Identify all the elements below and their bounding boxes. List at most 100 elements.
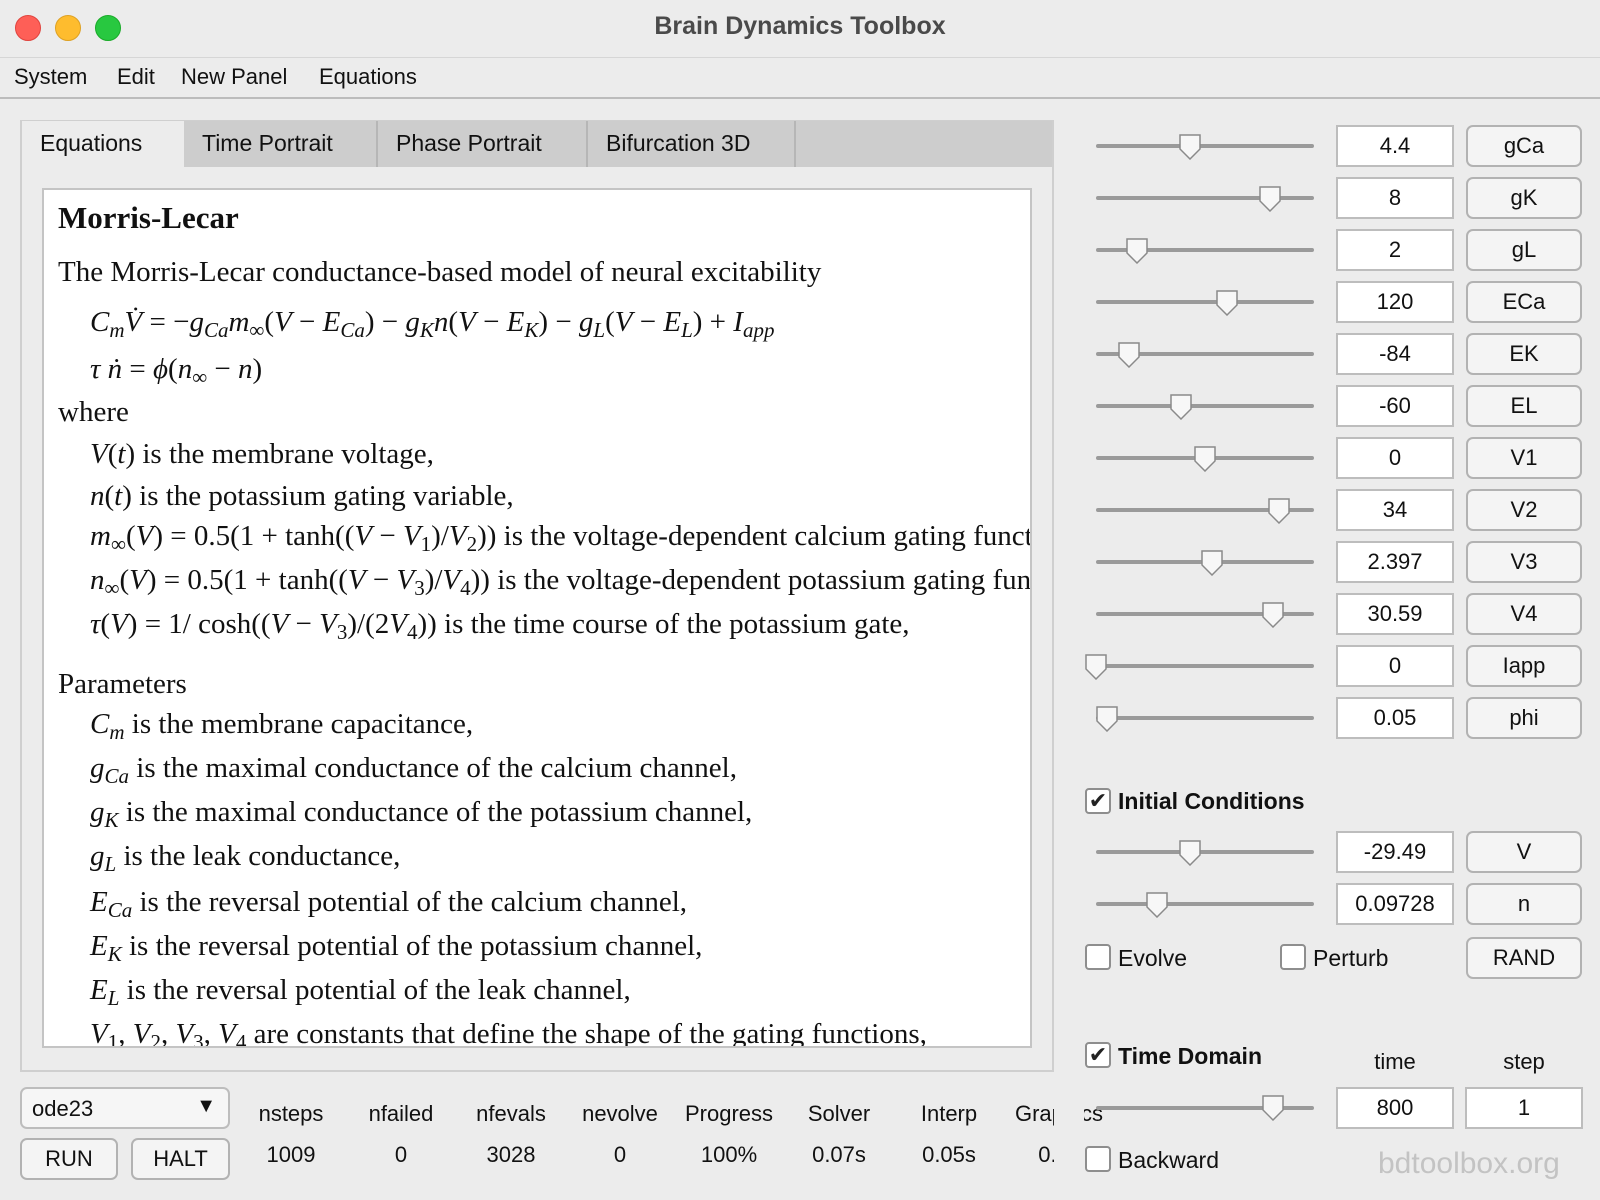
param-iapp-slider-track[interactable]: [1096, 664, 1314, 668]
step-field[interactable]: 1: [1465, 1087, 1583, 1129]
param-iapp-name-button[interactable]: Iapp: [1466, 645, 1582, 687]
ic-n-value-field[interactable]: 0.09728: [1336, 883, 1454, 925]
param-phi-slider-thumb[interactable]: [1096, 706, 1118, 732]
param-phi-value-field[interactable]: 0.05: [1336, 697, 1454, 739]
param-v1-slider-thumb[interactable]: [1194, 446, 1216, 472]
stat-value: 0: [613, 1142, 627, 1167]
param-eca-slider-track[interactable]: [1096, 300, 1314, 304]
time-header: time: [1374, 1049, 1416, 1074]
param-gk-value-field[interactable]: 8: [1336, 177, 1454, 219]
perturb-checkbox[interactable]: [1280, 944, 1306, 970]
evolve-checkbox[interactable]: [1085, 944, 1111, 970]
ic-n-slider-thumb[interactable]: [1146, 892, 1168, 918]
param-iapp-slider-thumb[interactable]: [1085, 654, 1107, 680]
param-v4-value-field[interactable]: 30.59: [1336, 593, 1454, 635]
param-phi-name-button[interactable]: phi: [1466, 697, 1582, 739]
param-v2-name-button[interactable]: V2: [1466, 489, 1582, 531]
menu-bar: System Edit New Panel Equations: [0, 57, 1600, 99]
param-ek-name-button[interactable]: EK: [1466, 333, 1582, 375]
param-gk-name-button[interactable]: gK: [1466, 177, 1582, 219]
tau-def: τ(V) = 1/ cosh((V − V3)/(2V4)) is the ti…: [90, 608, 910, 644]
param-ek-slider-thumb[interactable]: [1117, 342, 1140, 368]
stat-header: Interp: [920, 1101, 978, 1126]
param-el-text: is the reversal potential of the leak ch…: [119, 974, 631, 1006]
ic-v-slider-thumb[interactable]: [1178, 840, 1201, 866]
param-gl-name-button[interactable]: gL: [1466, 229, 1582, 271]
param-v3-slider-thumb[interactable]: [1200, 550, 1223, 576]
run-button[interactable]: RUN: [20, 1138, 118, 1180]
param-v4-name-button[interactable]: V4: [1466, 593, 1582, 635]
param-v1v4-text: are constants that define the shape of t…: [246, 1018, 927, 1048]
param-el-slider-thumb[interactable]: [1170, 394, 1192, 420]
menu-equations[interactable]: Equations: [319, 64, 417, 90]
ic-v-slider-track[interactable]: [1096, 850, 1314, 854]
param-gca-slider-track[interactable]: [1096, 144, 1314, 148]
param-gca-def: gCa is the maximal conductance of the ca…: [90, 752, 737, 788]
time-domain-checkbox[interactable]: ✔: [1085, 1042, 1111, 1068]
param-el-name-button[interactable]: EL: [1466, 385, 1582, 427]
var-v-text: is the membrane voltage,: [135, 438, 434, 470]
ic-n-name-button[interactable]: n: [1466, 883, 1582, 925]
var-v-def: V(t) is the membrane voltage,: [90, 438, 434, 470]
param-ek-value-field[interactable]: -84: [1336, 333, 1454, 375]
param-gl-value-field[interactable]: 2: [1336, 229, 1454, 271]
backward-checkbox[interactable]: [1085, 1146, 1111, 1172]
stat-value: 100%: [700, 1142, 758, 1167]
ic-v-name-button[interactable]: V: [1466, 831, 1582, 873]
param-eca-value-field[interactable]: 120: [1336, 281, 1454, 323]
param-v3-value-field[interactable]: 2.397: [1336, 541, 1454, 583]
param-v2-value-field[interactable]: 34: [1336, 489, 1454, 531]
param-cm-text: is the membrane capacitance,: [124, 708, 474, 740]
tab-equations[interactable]: Equations: [22, 121, 184, 167]
param-el-value-field[interactable]: -60: [1336, 385, 1454, 427]
param-eca-slider-thumb[interactable]: [1216, 290, 1238, 316]
param-gl-slider-thumb[interactable]: [1126, 238, 1149, 264]
param-v4-slider-thumb[interactable]: [1261, 602, 1284, 628]
equations-viewer[interactable]: Morris-Lecar The Morris-Lecar conductanc…: [42, 188, 1032, 1048]
time-field[interactable]: 800: [1336, 1087, 1454, 1129]
minf-text: is the voltage-dependent calcium gating …: [496, 520, 1032, 552]
stat-header: nsteps: [258, 1101, 324, 1126]
stat-value: 3028: [486, 1142, 536, 1167]
stat-value: 0.05s: [922, 1142, 976, 1167]
tau-text: is the time course of the potassium gate…: [436, 608, 910, 640]
menu-system[interactable]: System: [14, 64, 87, 90]
ic-n-slider-track[interactable]: [1096, 902, 1314, 906]
ninf-def: n∞(V) = 0.5(1 + tanh((V − V3)/V4)) is th…: [90, 564, 1030, 599]
param-v1-name-button[interactable]: V1: [1466, 437, 1582, 479]
param-v3-name-button[interactable]: V3: [1466, 541, 1582, 583]
time-slider-thumb[interactable]: [1261, 1095, 1284, 1121]
param-gca-name-button[interactable]: gCa: [1466, 125, 1582, 167]
param-iapp-value-field[interactable]: 0: [1336, 645, 1454, 687]
stats-clip: [1054, 1090, 1084, 1180]
stat-value: 0: [394, 1142, 408, 1167]
stat-header: nfailed: [368, 1101, 434, 1126]
param-phi-slider-track[interactable]: [1096, 716, 1314, 720]
minf-def: m∞(V) = 0.5(1 + tanh((V − V1)/V2)) is th…: [90, 520, 1032, 555]
initial-conditions-label: Initial Conditions: [1118, 788, 1305, 814]
model-description: The Morris-Lecar conductance-based model…: [58, 256, 822, 288]
param-gk-slider-thumb[interactable]: [1259, 186, 1282, 212]
param-v2-slider-thumb[interactable]: [1268, 498, 1290, 524]
param-v1-value-field[interactable]: 0: [1336, 437, 1454, 479]
tab-time-portrait[interactable]: Time Portrait: [184, 121, 378, 167]
checkmark-icon: ✔: [1088, 788, 1108, 813]
model-title: Morris-Lecar: [58, 200, 239, 235]
param-eca-name-button[interactable]: ECa: [1466, 281, 1582, 323]
voltage-equation: CmV̇ = −gCam∞(V − ECa) − gKn(V − EK) − g…: [90, 306, 775, 342]
tab-phase-portrait[interactable]: Phase Portrait: [378, 121, 588, 167]
param-gca-value-field[interactable]: 4.4: [1336, 125, 1454, 167]
param-ek-def: EK is the reversal potential of the pota…: [90, 930, 703, 966]
menu-edit[interactable]: Edit: [117, 64, 155, 90]
ic-v-value-field[interactable]: -29.49: [1336, 831, 1454, 873]
menu-new-panel[interactable]: New Panel: [181, 64, 287, 90]
halt-button[interactable]: HALT: [131, 1138, 230, 1180]
solver-dropdown[interactable]: ode23 ▼: [20, 1087, 230, 1129]
stat-value: 1009: [266, 1142, 316, 1167]
param-el-slider-track[interactable]: [1096, 404, 1314, 408]
param-gca-slider-thumb[interactable]: [1178, 134, 1201, 160]
rand-button[interactable]: RAND: [1466, 937, 1582, 979]
watermark: bdtoolbox.org: [1378, 1147, 1560, 1180]
initial-conditions-checkbox[interactable]: ✔: [1085, 788, 1111, 814]
tab-bifurcation-3d[interactable]: Bifurcation 3D: [588, 121, 796, 167]
